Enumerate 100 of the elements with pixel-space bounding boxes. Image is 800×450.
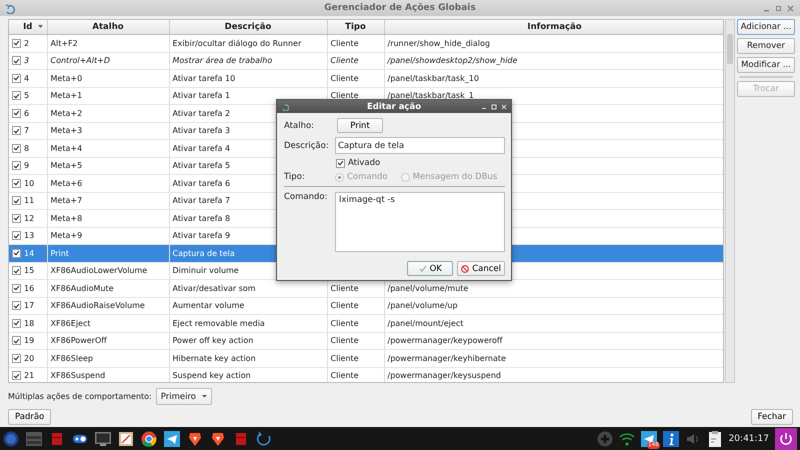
paper-plane-icon[interactable] xyxy=(640,430,657,446)
scrollbar[interactable] xyxy=(725,19,736,383)
table-cell: XF86Eject xyxy=(50,318,90,328)
id-text: 17 xyxy=(24,301,34,310)
checkbox[interactable] xyxy=(12,354,21,363)
id-text: 4 xyxy=(24,74,30,83)
action-button[interactable]: Adicionar ... xyxy=(737,19,795,35)
clock[interactable]: 20:41:17 xyxy=(728,434,769,444)
table-cell: Ativar tarefa 1 xyxy=(172,91,230,100)
table-cell: Ativar tarefa 4 xyxy=(172,144,230,153)
id-text: 9 xyxy=(24,161,30,170)
table-cell: /panel/showdesktop2/show_hide xyxy=(388,56,518,66)
table-cell: Hibernate key action xyxy=(172,354,256,363)
table-cell: Meta+9 xyxy=(50,231,82,240)
column-header[interactable]: Atalho xyxy=(47,20,169,34)
id-text: 3 xyxy=(24,56,30,66)
checkbox[interactable] xyxy=(12,266,21,276)
column-header[interactable]: Id xyxy=(9,20,47,34)
table-cell: Ativar tarefa 6 xyxy=(172,178,230,188)
cancel-icon xyxy=(461,264,470,272)
table-cell: XF86AudioRaiseVolume xyxy=(50,301,145,310)
id-text: 10 xyxy=(24,178,34,188)
table-cell: Suspend key action xyxy=(172,371,251,380)
radio-label: Mensagem do DBus xyxy=(412,172,498,182)
id-text: 6 xyxy=(24,108,30,118)
table-cell: Cliente xyxy=(330,38,359,48)
table-cell: XF86AudioLowerVolume xyxy=(50,266,148,276)
checkbox[interactable] xyxy=(12,74,21,83)
command-field[interactable]: lximage-qt -s xyxy=(335,192,505,252)
table-cell: Ativar tarefa 7 xyxy=(172,196,230,206)
table-cell: Control+Alt+D xyxy=(50,56,110,66)
checkbox[interactable] xyxy=(12,126,21,136)
swirl-logo-icon[interactable] xyxy=(256,430,272,446)
checkbox[interactable] xyxy=(12,108,21,118)
table-cell: Meta+8 xyxy=(50,214,82,223)
table-cell: /panel/volume/mute xyxy=(388,284,468,293)
table-cell: /panel/taskbar/task_10 xyxy=(388,74,479,83)
behavior-dropdown[interactable]: Primeiro xyxy=(156,388,212,405)
table-cell: XF86Sleep xyxy=(50,354,93,363)
table-cell: Diminuir volume xyxy=(172,266,239,276)
window-title: Gerenciador de Ações Globais xyxy=(324,2,476,15)
wifi-icon[interactable] xyxy=(618,430,635,446)
browser-icon[interactable] xyxy=(141,430,157,446)
column-header[interactable]: Tipo xyxy=(327,20,384,34)
field-label: Tipo: xyxy=(284,172,306,182)
checkbox[interactable] xyxy=(12,161,21,170)
table-cell: Meta+4 xyxy=(50,144,82,153)
checkbox[interactable] xyxy=(336,158,345,168)
action-button[interactable]: Remover xyxy=(737,38,795,54)
checkbox[interactable] xyxy=(12,91,21,100)
table-cell: Ativar tarefa 2 xyxy=(172,108,230,118)
cancel-button[interactable]: Cancel xyxy=(457,261,505,276)
table-cell: /powermanager/keypoweroff xyxy=(388,336,502,346)
id-text: 15 xyxy=(24,266,34,276)
checkbox[interactable] xyxy=(12,214,21,223)
checkbox[interactable] xyxy=(12,144,21,153)
checkbox[interactable] xyxy=(12,248,21,258)
behavior-label: Múltiplas ações de comportamento: xyxy=(8,392,152,401)
action-button[interactable]: Modificar ... xyxy=(737,57,795,73)
checkbox[interactable] xyxy=(12,318,21,328)
close-button[interactable]: Fechar xyxy=(750,409,793,425)
power-button[interactable] xyxy=(775,428,797,450)
table-cell: /panel/volume/up xyxy=(388,301,458,310)
checkbox[interactable] xyxy=(12,371,21,380)
table-cell: Power off key action xyxy=(172,336,254,346)
checkbox[interactable] xyxy=(12,56,21,66)
checkbox[interactable] xyxy=(12,301,21,310)
checkbox[interactable] xyxy=(12,196,21,206)
checkbox[interactable] xyxy=(12,284,21,293)
shortcut-button[interactable]: Print xyxy=(337,118,383,133)
column-header[interactable]: Descrição xyxy=(169,20,327,34)
sort-indicator-icon xyxy=(38,25,42,28)
field-label: Descrição: xyxy=(284,140,330,150)
table-cell: Ativar tarefa 3 xyxy=(172,126,230,136)
monitor-icon[interactable] xyxy=(95,430,111,446)
clipboard-icon[interactable] xyxy=(706,430,723,446)
paper-plane-icon[interactable] xyxy=(164,430,180,446)
description-field[interactable]: Captura de tela xyxy=(335,137,505,154)
id-text: 7 xyxy=(24,126,30,136)
checkbox[interactable] xyxy=(12,231,21,240)
square-app-icon[interactable] xyxy=(49,430,65,446)
column-header[interactable]: Informação xyxy=(384,20,724,34)
table-cell: XF86PowerOff xyxy=(50,336,107,346)
checkbox[interactable] xyxy=(12,336,21,346)
default-button[interactable]: Padrão xyxy=(8,409,52,425)
checkbox[interactable] xyxy=(12,38,21,48)
checkbox-label: Ativado xyxy=(348,158,380,168)
dropdown-arrow-icon xyxy=(202,395,207,398)
table-cell: Meta+3 xyxy=(50,126,82,136)
square-app-icon[interactable] xyxy=(233,430,249,446)
file-cabinet-icon[interactable] xyxy=(26,430,42,446)
table-cell: Cliente xyxy=(330,371,359,380)
ok-button[interactable]: OK xyxy=(407,261,454,276)
checkbox[interactable] xyxy=(12,178,21,188)
table-cell: Meta+2 xyxy=(50,108,82,118)
start-menu-icon[interactable] xyxy=(3,430,19,446)
table-cell: XF86Suspend xyxy=(50,371,106,380)
text-editor-icon[interactable] xyxy=(118,430,134,446)
info-icon[interactable] xyxy=(662,430,679,446)
app-icon xyxy=(281,102,289,110)
